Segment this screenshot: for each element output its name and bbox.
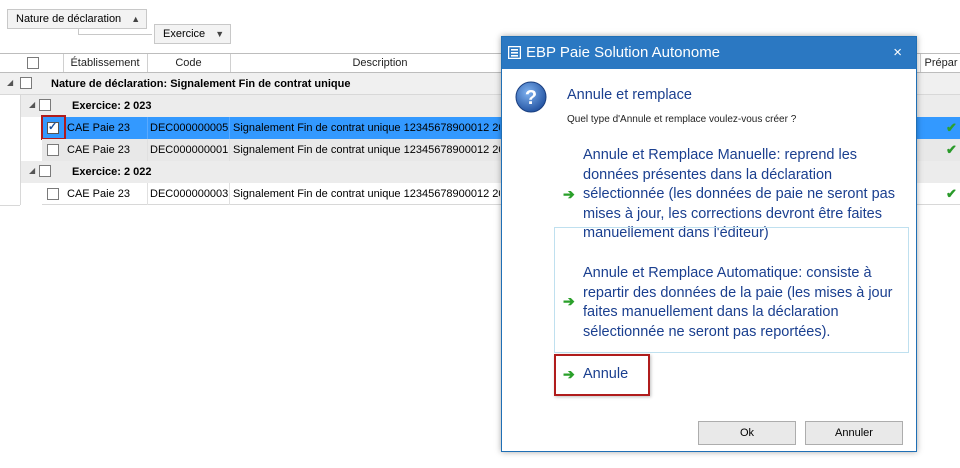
cell-code: DEC000000005 xyxy=(147,117,230,139)
arrow-right-icon: ➔ xyxy=(563,366,575,382)
cell-code: DEC000000003 xyxy=(147,183,230,205)
tree-guide xyxy=(20,95,21,205)
tree-guide xyxy=(0,205,20,206)
groupby-exercice-pill[interactable]: Exercice ▼ xyxy=(154,24,232,44)
question-icon: ? xyxy=(515,81,547,113)
cell-etablissement: CAE Paie 23 xyxy=(64,117,148,139)
ok-button[interactable]: Ok xyxy=(698,421,796,445)
cell-etablissement: CAE Paie 23 xyxy=(64,139,148,161)
dialog-title: EBP Paie Solution Autonome xyxy=(526,44,721,61)
header-select-cell xyxy=(0,54,64,72)
collapse-icon[interactable]: ◢ xyxy=(29,100,35,109)
dialog-title-bar: EBP Paie Solution Autonome × xyxy=(502,37,916,69)
annule-remplace-dialog: EBP Paie Solution Autonome × ? Annule et… xyxy=(501,36,917,452)
arrow-right-icon: ➔ xyxy=(563,186,575,202)
select-all-checkbox[interactable] xyxy=(27,57,39,69)
option-auto-label: Annule et Remplace Automatique: consiste… xyxy=(583,265,893,340)
group-2022-checkbox[interactable] xyxy=(39,165,51,177)
cell-code: DEC000000001 xyxy=(147,139,230,161)
groupby-connector xyxy=(78,29,152,35)
column-code[interactable]: Code xyxy=(147,54,231,72)
prepared-check-icon: ✔ xyxy=(946,120,957,135)
groupby-nature-pill[interactable]: Nature de déclaration ▲ xyxy=(7,9,148,29)
prepared-check-icon: ✔ xyxy=(946,142,957,157)
cell-etablissement: CAE Paie 23 xyxy=(64,183,148,205)
column-etablissement[interactable]: Établissement xyxy=(63,54,148,72)
cancel-button[interactable]: Annuler xyxy=(805,421,903,445)
highlight-box-checkbox xyxy=(41,115,66,140)
sort-up-icon: ▲ xyxy=(131,14,141,24)
row-checkbox[interactable] xyxy=(47,188,59,200)
group-2023-label: Exercice: 2 023 xyxy=(72,100,152,112)
column-description[interactable]: Description xyxy=(230,54,530,72)
option-automatic[interactable]: ➔ Annule et Remplace Automatique: consis… xyxy=(563,264,898,342)
cell-description: Signalement Fin de contrat unique 123456… xyxy=(233,144,500,156)
close-icon[interactable]: × xyxy=(893,44,902,61)
cell-description: Signalement Fin de contrat unique 123456… xyxy=(233,188,500,200)
svg-text:?: ? xyxy=(525,87,537,109)
cell-description: Signalement Fin de contrat unique 123456… xyxy=(233,122,500,134)
group-2022-label: Exercice: 2 022 xyxy=(72,166,152,178)
dialog-subtitle: Quel type d'Annule et remplace voulez-vo… xyxy=(567,114,797,125)
option-annule-label: Annule xyxy=(583,366,629,382)
group-nature-checkbox[interactable] xyxy=(20,77,32,89)
prepared-check-icon: ✔ xyxy=(946,186,957,201)
sort-down-icon: ▼ xyxy=(215,29,225,39)
row-checkbox[interactable] xyxy=(47,144,59,156)
groupby-exercice-label: Exercice xyxy=(163,28,206,40)
arrow-right-icon: ➔ xyxy=(563,293,575,309)
column-preparation[interactable]: Prépar xyxy=(920,54,960,72)
option-annule[interactable]: ➔ Annule xyxy=(563,365,683,385)
groupby-nature-label: Nature de déclaration xyxy=(16,13,122,25)
app-list-icon xyxy=(508,46,521,59)
group-nature-label: Nature de déclaration: Signalement Fin d… xyxy=(51,78,351,90)
group-2023-checkbox[interactable] xyxy=(39,99,51,111)
dialog-heading: Annule et remplace xyxy=(567,87,692,103)
collapse-icon[interactable]: ◢ xyxy=(29,166,35,175)
collapse-icon[interactable]: ◢ xyxy=(7,78,13,87)
